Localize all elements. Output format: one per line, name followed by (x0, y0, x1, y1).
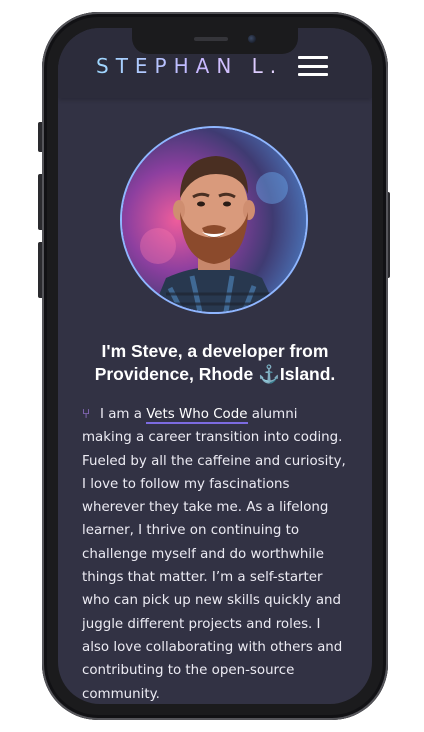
device-mockup: STEPHAN L. I'm Steve, a developer from P… (0, 0, 424, 732)
git-branch-icon: ⑂ (82, 407, 91, 422)
camera-icon (248, 35, 256, 43)
menu-bar (298, 64, 328, 68)
vets-who-code-link[interactable]: Vets Who Code (146, 407, 248, 424)
hamburger-menu-icon[interactable] (298, 56, 328, 76)
profile-photo (122, 128, 306, 312)
intro-heading-text-end: Island. (279, 364, 336, 384)
anchor-icon: ⚓ (258, 364, 280, 384)
bio-text-body: alumni making a career transition into c… (82, 407, 346, 702)
site-logo[interactable]: STEPHAN L. (96, 54, 283, 78)
notch (132, 28, 298, 54)
bio-paragraph: ⑂ I am a Vets Who Code alumni making a ca… (82, 403, 350, 704)
intro-heading: I'm Steve, a developer from Providence, … (78, 340, 352, 386)
speaker-grille (194, 37, 228, 41)
bio-text-lead: I am a (100, 407, 147, 422)
phone-screen: STEPHAN L. I'm Steve, a developer from P… (58, 28, 372, 704)
profile-photo-illustration (122, 128, 306, 312)
menu-bar (298, 56, 328, 59)
menu-bar (298, 73, 328, 76)
phone-frame: STEPHAN L. I'm Steve, a developer from P… (42, 12, 388, 720)
